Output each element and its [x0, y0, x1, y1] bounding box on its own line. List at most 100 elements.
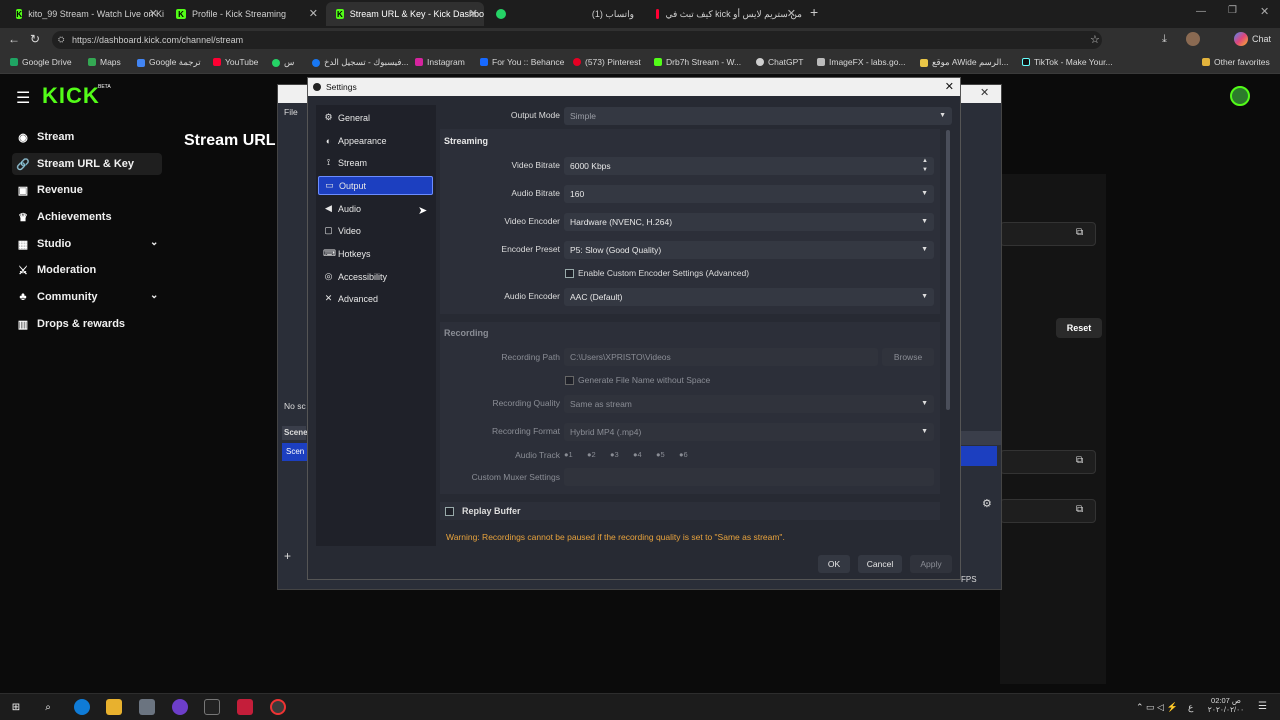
- refresh-icon[interactable]: ↻: [30, 32, 40, 46]
- bookmark-s[interactable]: س: [272, 57, 294, 68]
- bookmark-facebook[interactable]: فيسبوك - تسجيل الدخ...: [312, 57, 409, 68]
- bookmark-youtube[interactable]: YouTube: [213, 57, 258, 67]
- bookmark-chatgpt[interactable]: ChatGPT: [756, 57, 803, 67]
- chevron-down-icon[interactable]: ⌄: [150, 290, 158, 301]
- tab-profile[interactable]: K Profile - Kick Streaming ✕: [166, 2, 324, 26]
- close-icon[interactable]: ✕: [945, 78, 954, 96]
- copilot-icon[interactable]: [1234, 32, 1248, 46]
- profile-avatar[interactable]: [1186, 32, 1200, 46]
- video-bitrate-spinbox[interactable]: 6000 Kbps ▲ ▼: [564, 157, 934, 175]
- tray-icons[interactable]: ⌃ ▭ ◁ ⚡: [1136, 702, 1178, 713]
- gear-icon[interactable]: ⚙: [982, 497, 992, 510]
- bookmark-google-translate[interactable]: Google ترجمة: [137, 57, 201, 68]
- nav-advanced[interactable]: ✕ Advanced: [318, 289, 433, 308]
- app-icon[interactable]: [139, 699, 155, 715]
- dock-selected-item[interactable]: [961, 446, 997, 466]
- bookmark-google-drive[interactable]: Google Drive: [10, 57, 72, 67]
- bookmark-other-favorites[interactable]: Other favorites: [1202, 57, 1270, 67]
- menu-icon[interactable]: ☰: [16, 88, 30, 108]
- sidebar-item-drops-rewards[interactable]: ▥ Drops & rewards: [16, 313, 125, 335]
- obs-studio-icon[interactable]: [270, 699, 286, 715]
- recording-quality-select[interactable]: Same as stream ▼: [564, 395, 934, 413]
- audio-track-2[interactable]: ●2: [587, 450, 596, 459]
- nav-hotkeys[interactable]: ⌨ Hotkeys: [318, 244, 433, 263]
- audio-bitrate-select[interactable]: 160 ▼: [564, 185, 934, 203]
- audio-track-6[interactable]: ●6: [679, 450, 688, 459]
- bookmark-instagram[interactable]: Instagram: [415, 57, 465, 67]
- bookmark-imagefx[interactable]: ImageFX - labs.go...: [817, 57, 906, 67]
- obs-like-icon[interactable]: [172, 699, 188, 715]
- nav-appearance[interactable]: ◐ Appearance: [318, 131, 433, 150]
- language-indicator[interactable]: ع: [1188, 702, 1193, 713]
- audio-track-4[interactable]: ●4: [633, 450, 642, 459]
- video-encoder-select[interactable]: Hardware (NVENC, H.264) ▼: [564, 213, 934, 231]
- nav-stream[interactable]: ⟟ Stream: [318, 153, 433, 172]
- cancel-button[interactable]: Cancel: [858, 555, 902, 573]
- nav-video[interactable]: ▢ Video: [318, 221, 433, 240]
- kick-logo[interactable]: KICK: [42, 83, 100, 109]
- copy-icon[interactable]: ⧉: [1076, 504, 1083, 515]
- tab-pinned[interactable]: [486, 2, 512, 26]
- audio-track-1[interactable]: ●1: [564, 450, 573, 459]
- back-icon[interactable]: ←: [8, 32, 20, 46]
- file-menu[interactable]: File: [284, 107, 298, 117]
- tab-whatsapp[interactable]: واتساب (1): [516, 2, 644, 26]
- chat-button[interactable]: Chat: [1252, 34, 1271, 44]
- sidebar-item-revenue[interactable]: ▣ Revenue: [16, 179, 83, 201]
- recording-format-select[interactable]: Hybrid MP4 (.mp4) ▼: [564, 423, 934, 441]
- copy-icon[interactable]: ⧉: [1076, 455, 1083, 466]
- close-window-icon[interactable]: ✕: [1260, 5, 1269, 18]
- tab-youtube-video[interactable]: كيف تبث في kick من ستريم لايس أو ✕: [646, 2, 802, 26]
- recording-path-field[interactable]: C:\Users\XPRISTO\Videos: [564, 348, 878, 366]
- bookmark-maps[interactable]: Maps: [88, 57, 121, 67]
- browse-button[interactable]: Browse: [882, 348, 934, 366]
- custom-muxer-field[interactable]: [564, 468, 934, 486]
- close-tab-icon[interactable]: ✕: [309, 7, 318, 20]
- edge-icon[interactable]: [74, 699, 90, 715]
- minimize-icon[interactable]: —: [1196, 6, 1206, 17]
- custom-encoder-checkbox[interactable]: [565, 269, 574, 278]
- close-tab-icon[interactable]: ✕: [149, 7, 158, 20]
- sidebar-item-achievements[interactable]: ♛ Achievements: [16, 206, 112, 228]
- nav-accessibility[interactable]: ◎ Accessibility: [318, 267, 433, 286]
- replay-buffer-checkbox[interactable]: [445, 507, 454, 516]
- ok-button[interactable]: OK: [818, 555, 850, 573]
- encoder-preset-select[interactable]: P5: Slow (Good Quality) ▼: [564, 241, 934, 259]
- sidebar-item-stream[interactable]: ◉ Stream: [16, 126, 74, 148]
- sidebar-item-studio[interactable]: ▦ Studio ⌄: [16, 233, 166, 255]
- spin-arrows-icon[interactable]: ▲ ▼: [922, 157, 928, 175]
- notifications-icon[interactable]: ☰: [1258, 701, 1267, 712]
- generate-filename-checkbox[interactable]: [565, 376, 574, 385]
- close-tab-icon[interactable]: ✕: [787, 7, 796, 20]
- audio-track-3[interactable]: ●3: [610, 450, 619, 459]
- add-scene-icon[interactable]: +: [284, 549, 291, 563]
- close-tab-icon[interactable]: ✕: [469, 7, 478, 20]
- sidebar-item-community[interactable]: ♣ Community ⌄: [16, 286, 166, 308]
- apply-button[interactable]: Apply: [910, 555, 952, 573]
- chevron-down-icon[interactable]: ⌄: [150, 237, 158, 248]
- tab-stream-url-key[interactable]: K Stream URL & Key - Kick Dashbo ✕: [326, 2, 484, 26]
- audio-track-5[interactable]: ●5: [656, 450, 665, 459]
- copy-icon[interactable]: ⧉: [1076, 227, 1083, 238]
- user-avatar[interactable]: [1230, 86, 1250, 106]
- bookmark-tiktok[interactable]: TikTok - Make Your...: [1022, 57, 1113, 67]
- bookmark-pinterest[interactable]: (573) Pinterest: [573, 57, 641, 67]
- new-tab-icon[interactable]: +: [810, 4, 818, 20]
- bookmark-drb7h[interactable]: Drb7h Stream - W...: [654, 57, 741, 67]
- close-icon[interactable]: ✕: [980, 86, 989, 99]
- file-explorer-icon[interactable]: [106, 699, 122, 715]
- bookmark-behance[interactable]: For You :: Behance: [480, 57, 564, 67]
- search-icon[interactable]: ⌕: [40, 699, 56, 715]
- nav-output[interactable]: ▭ Output: [318, 176, 433, 195]
- url-field[interactable]: ⛭ https://dashboard.kick.com/channel/str…: [52, 31, 1102, 49]
- settings-scrollbar[interactable]: [946, 130, 950, 410]
- sidebar-item-stream-url-key[interactable]: 🔗 Stream URL & Key: [12, 153, 162, 175]
- reset-button[interactable]: Reset: [1056, 318, 1102, 338]
- clock[interactable]: 02:07 ص ۲۰۲۰/۰۲/۰۰: [1206, 696, 1246, 714]
- nav-audio[interactable]: ◀ Audio: [318, 199, 433, 218]
- scene-item[interactable]: Scen: [282, 443, 308, 461]
- capcut-icon[interactable]: [204, 699, 220, 715]
- audio-encoder-select[interactable]: AAC (Default) ▼: [564, 288, 934, 306]
- acrobat-icon[interactable]: [237, 699, 253, 715]
- download-icon[interactable]: ⤓: [1162, 33, 1167, 46]
